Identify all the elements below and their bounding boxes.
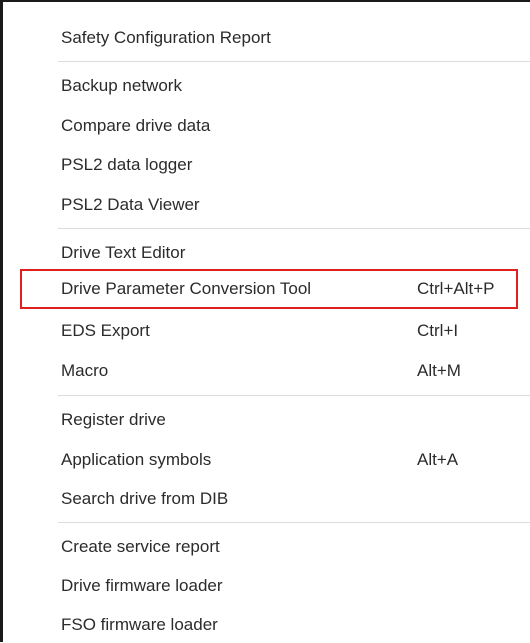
menu-item-label: Safety Configuration Report — [61, 28, 271, 47]
menu-separator — [58, 61, 530, 62]
menu-item-shortcut: Alt+M — [417, 361, 461, 380]
menu-item-label: Drive Text Editor — [61, 243, 186, 262]
menu-item-label: PSL2 Data Viewer — [61, 195, 200, 214]
menu-item-label: Compare drive data — [61, 116, 211, 135]
menu-item-label: FSO firmware loader — [61, 615, 218, 634]
menu-item-backup-network[interactable]: Backup network — [3, 68, 530, 104]
menu-item-label: Macro — [61, 361, 109, 380]
menu-item-label: Application symbols — [61, 450, 212, 469]
menu-item-shortcut: Alt+A — [417, 450, 459, 469]
menu-item-eds-export[interactable]: EDS Export Ctrl+I — [3, 313, 530, 349]
menu-item-drive-firmware-loader[interactable]: Drive firmware loader — [3, 568, 530, 604]
menu-item-label: PSL2 data logger — [61, 155, 193, 174]
menu-separator — [58, 395, 530, 396]
menu-top-border — [0, 0, 530, 2]
menu-separator — [58, 522, 530, 523]
context-menu: Safety Configuration Report Backup netwo… — [0, 0, 530, 642]
menu-item-shortcut: Ctrl+I — [417, 321, 459, 340]
menu-item-label: Create service report — [61, 537, 220, 556]
menu-item-label: EDS Export — [61, 321, 150, 340]
menu-item-macro[interactable]: Macro Alt+M — [3, 353, 530, 389]
menu-item-label: Backup network — [61, 76, 182, 95]
menu-item-register-drive[interactable]: Register drive — [3, 402, 530, 438]
menu-item-label: Search drive from DIB — [61, 489, 229, 508]
menu-item-search-drive-from-dib[interactable]: Search drive from DIB — [3, 481, 530, 517]
menu-item-drive-text-editor[interactable]: Drive Text Editor — [3, 235, 530, 271]
menu-item-label: Register drive — [61, 410, 166, 429]
highlight-box — [20, 269, 518, 309]
menu-item-create-service-report[interactable]: Create service report — [3, 529, 530, 565]
menu-separator — [58, 228, 530, 229]
menu-item-psl2-data-viewer[interactable]: PSL2 Data Viewer — [3, 187, 530, 223]
menu-item-fso-firmware-loader[interactable]: FSO firmware loader — [3, 607, 530, 643]
menu-item-compare-drive-data[interactable]: Compare drive data — [3, 108, 530, 144]
menu-item-psl2-data-logger[interactable]: PSL2 data logger — [3, 147, 530, 183]
menu-item-application-symbols[interactable]: Application symbols Alt+A — [3, 442, 530, 478]
menu-item-label: Drive firmware loader — [61, 576, 223, 595]
menu-item-safety-configuration-report[interactable]: Safety Configuration Report — [3, 20, 530, 56]
